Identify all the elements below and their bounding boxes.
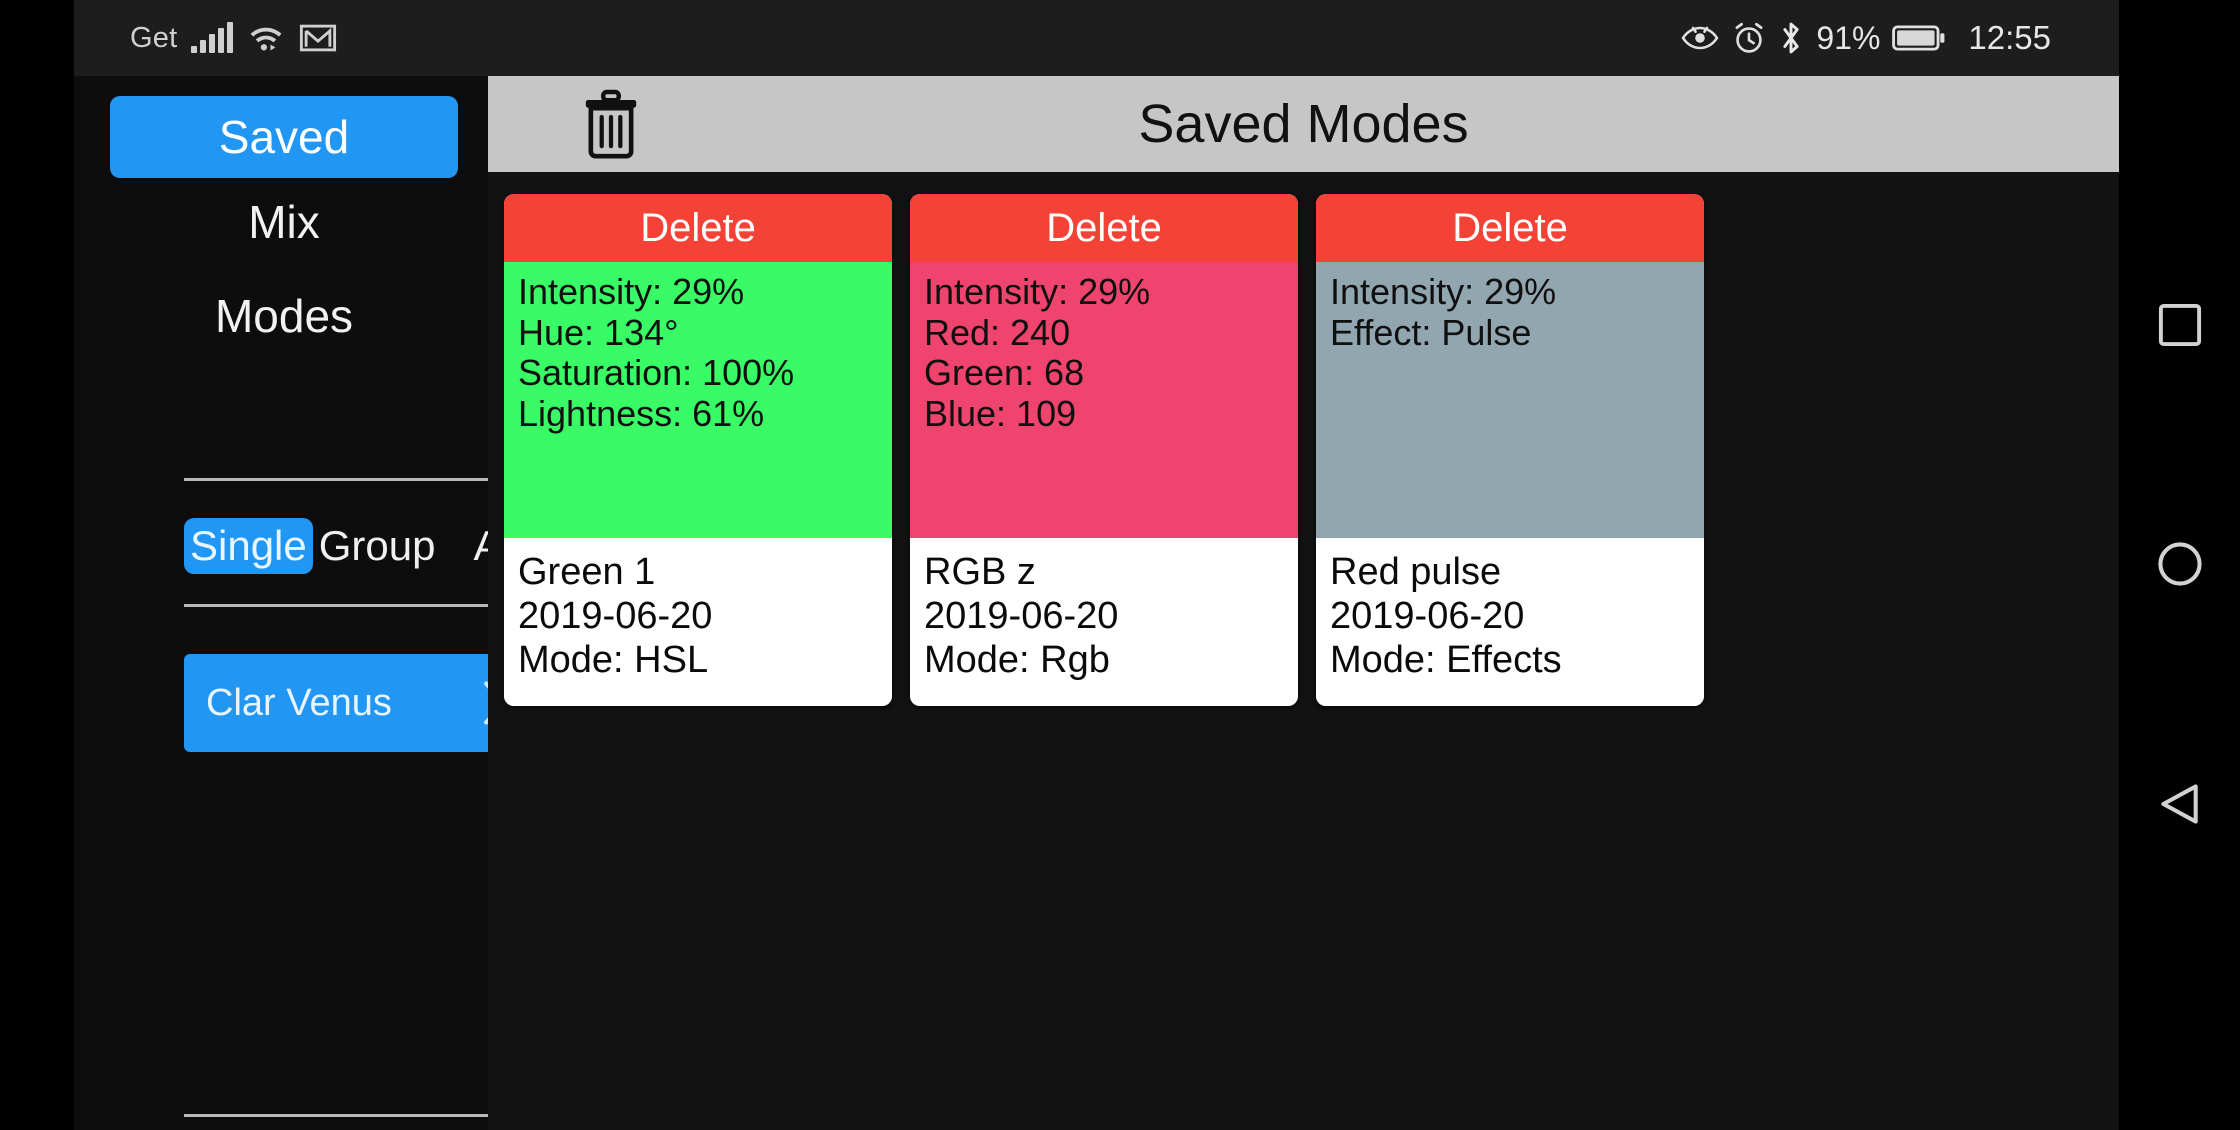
- app-root: Get 91% 12:55 Saved Mix Modes Single Gro…: [0, 0, 2240, 1130]
- page-title: Saved Modes: [1138, 94, 1469, 154]
- trash-icon[interactable]: [580, 89, 642, 159]
- battery-percent-label: 91%: [1816, 19, 1881, 56]
- property-line: Green: 68: [924, 352, 1085, 394]
- alarm-clock-icon: [1732, 21, 1766, 55]
- card-footer: Green 1 2019-06-20 Mode: HSL: [504, 538, 892, 706]
- triangle-back-icon[interactable]: [2156, 780, 2204, 828]
- card-footer: Red pulse 2019-06-20 Mode: Effects: [1316, 538, 1704, 706]
- bluetooth-icon: [1778, 21, 1804, 55]
- saved-modes-list: Delete Intensity: 29% Hue: 134° Saturati…: [504, 194, 1704, 706]
- sidebar: Saved Mix Modes Single Group All Clar Ve…: [74, 76, 532, 1130]
- delete-button-label: Delete: [1452, 205, 1568, 250]
- status-bar-left: Get: [130, 22, 337, 55]
- sidebar-divider-bottom: [184, 1114, 532, 1117]
- mode-date: 2019-06-20: [1330, 595, 1525, 638]
- property-line: Red: 240: [924, 311, 1071, 353]
- property-line: Intensity: 29%: [1330, 271, 1557, 312]
- mode-type: Mode: Effects: [1330, 639, 1562, 682]
- saved-mode-card[interactable]: Delete Intensity: 29% Red: 240 Green: 68…: [910, 194, 1298, 706]
- color-swatch: Intensity: 29% Hue: 134° Saturation: 100…: [504, 262, 892, 538]
- android-navigation-bar: [2119, 0, 2240, 1130]
- wifi-icon: [247, 23, 285, 53]
- mode-date: 2019-06-20: [518, 595, 713, 638]
- delete-button[interactable]: Delete: [1316, 194, 1704, 262]
- mode-name: RGB z: [924, 551, 1036, 593]
- square-recents-icon[interactable]: [2157, 302, 2203, 348]
- property-line: Saturation: 100%: [518, 352, 795, 394]
- carrier-label: Get: [130, 21, 178, 54]
- sidebar-item-saved[interactable]: Saved: [110, 96, 458, 178]
- sidebar-item-mix-label: Mix: [248, 196, 320, 248]
- delete-button[interactable]: Delete: [910, 194, 1298, 262]
- content-area: Delete Intensity: 29% Hue: 134° Saturati…: [488, 172, 2119, 1130]
- property-line: Blue: 109: [924, 393, 1077, 435]
- battery-icon: [1892, 23, 1946, 53]
- color-swatch: Intensity: 29% Red: 240 Green: 68 Blue: …: [910, 262, 1298, 538]
- scope-selector: Single Group All: [184, 516, 532, 576]
- sidebar-item-saved-label: Saved: [218, 111, 350, 163]
- mode-date: 2019-06-20: [924, 595, 1119, 638]
- property-line: Hue: 134°: [518, 311, 679, 353]
- mode-type: Mode: HSL: [518, 639, 709, 682]
- mode-name: Red pulse: [1330, 551, 1502, 593]
- left-bezel: [0, 0, 74, 1130]
- device-name-label: Clar Venus: [206, 681, 392, 724]
- property-line: Intensity: 29%: [924, 271, 1151, 312]
- property-line: Effect: Pulse: [1330, 311, 1532, 353]
- mode-name: Green 1: [518, 551, 656, 593]
- property-line: Lightness: 61%: [518, 393, 765, 435]
- eye-comfort-icon: [1680, 23, 1720, 53]
- scope-option-single[interactable]: Single: [184, 518, 313, 574]
- saved-mode-card[interactable]: Delete Intensity: 29% Effect: Pulse Red …: [1316, 194, 1704, 706]
- sidebar-item-modes[interactable]: Modes: [110, 278, 458, 354]
- sidebar-divider-middle: [184, 604, 532, 607]
- clock-label: 12:55: [1968, 19, 2051, 56]
- app-header: Saved Modes: [488, 76, 2119, 172]
- signal-bars-icon: [191, 22, 234, 53]
- mode-type: Mode: Rgb: [924, 639, 1110, 682]
- sidebar-divider-top: [184, 478, 532, 481]
- scope-option-group[interactable]: Group: [313, 518, 442, 573]
- delete-button-label: Delete: [1046, 205, 1162, 250]
- circle-home-icon[interactable]: [2156, 540, 2204, 588]
- gmail-icon: [299, 22, 337, 54]
- delete-button[interactable]: Delete: [504, 194, 892, 262]
- saved-mode-card[interactable]: Delete Intensity: 29% Hue: 134° Saturati…: [504, 194, 892, 706]
- color-swatch: Intensity: 29% Effect: Pulse: [1316, 262, 1704, 538]
- device-item-clar-venus[interactable]: Clar Venus: [184, 654, 532, 752]
- status-bar: Get 91% 12:55: [74, 0, 2161, 76]
- status-bar-right: 91% 12:55: [1680, 19, 2051, 57]
- delete-button-label: Delete: [640, 205, 756, 250]
- property-line: Intensity: 29%: [518, 271, 745, 312]
- card-footer: RGB z 2019-06-20 Mode: Rgb: [910, 538, 1298, 706]
- sidebar-item-mix[interactable]: Mix: [110, 184, 458, 260]
- sidebar-item-modes-label: Modes: [214, 290, 354, 342]
